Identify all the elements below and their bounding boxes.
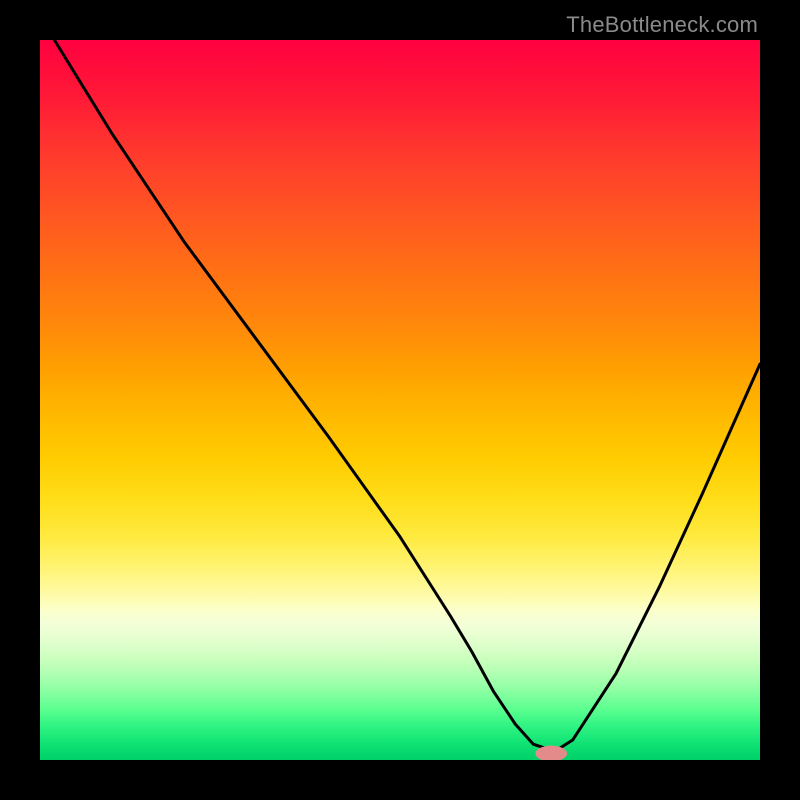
plot-area [40,40,760,760]
bottleneck-curve-svg [40,40,760,760]
bottleneck-line [54,40,760,751]
watermark-text: TheBottleneck.com [566,12,758,38]
chart-frame: TheBottleneck.com [0,0,800,800]
